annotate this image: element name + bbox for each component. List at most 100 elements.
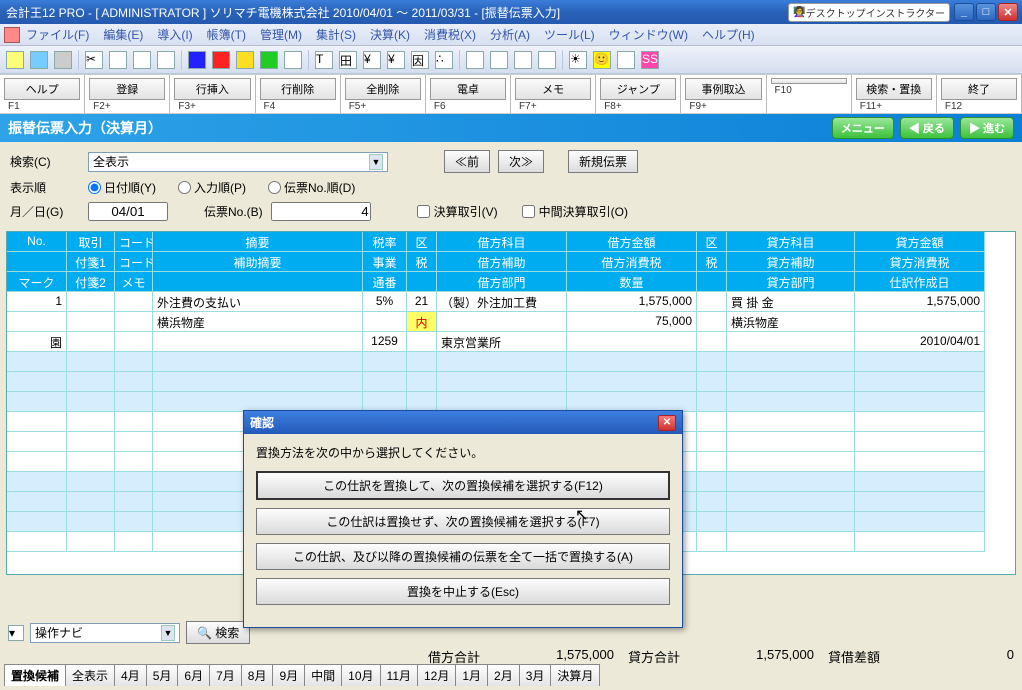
fkey-F4[interactable]: 行削除F4 bbox=[256, 75, 341, 113]
tool-icon[interactable] bbox=[157, 51, 175, 69]
slipno-input[interactable] bbox=[271, 202, 371, 221]
tool-icon[interactable] bbox=[514, 51, 532, 69]
menu-book[interactable]: 帳簿(T) bbox=[207, 26, 246, 43]
tool-icon[interactable] bbox=[54, 51, 72, 69]
menu-intro[interactable]: 導入(I) bbox=[157, 26, 192, 43]
replace-all-button[interactable]: この仕訳、及び以降の置換候補の伝票を全て一括で置換する(A) bbox=[256, 543, 670, 570]
footer-tab[interactable]: 中間 bbox=[304, 664, 342, 686]
dialog-close-button[interactable]: ✕ bbox=[658, 415, 676, 431]
footer-tab[interactable]: 2月 bbox=[487, 664, 520, 686]
fkey-F7+[interactable]: メモF7+ bbox=[511, 75, 596, 113]
tool-icon[interactable] bbox=[30, 51, 48, 69]
paste-icon[interactable] bbox=[133, 51, 151, 69]
menu-analyze[interactable]: 分析(A) bbox=[490, 26, 530, 43]
menu-file[interactable]: ファイル(F) bbox=[26, 26, 89, 43]
cancel-replace-button[interactable]: 置換を中止する(Esc) bbox=[256, 578, 670, 605]
menu-button[interactable]: メニュー bbox=[832, 117, 894, 139]
footer-tab[interactable]: 1月 bbox=[455, 664, 488, 686]
footer-tab[interactable]: 8月 bbox=[241, 664, 274, 686]
tool-icon[interactable]: T bbox=[315, 51, 333, 69]
order-slipno-radio[interactable]: 伝票No.順(D) bbox=[268, 179, 355, 196]
dropdown-icon[interactable]: ▾ bbox=[8, 625, 24, 641]
interim-check[interactable]: 中間決算取引(O) bbox=[522, 203, 628, 220]
menu-tool[interactable]: ツール(L) bbox=[544, 26, 595, 43]
footer-tab[interactable]: 5月 bbox=[146, 664, 179, 686]
navi-combo[interactable]: 操作ナビ▼ bbox=[30, 623, 180, 643]
order-date-radio[interactable]: 日付順(Y) bbox=[88, 179, 156, 196]
tool-icon[interactable] bbox=[6, 51, 24, 69]
settlement-check[interactable]: 決算取引(V) bbox=[417, 203, 498, 220]
menu-total[interactable]: 集計(S) bbox=[316, 26, 356, 43]
fkey-F12[interactable]: 終了F12 bbox=[937, 75, 1022, 113]
table-row[interactable]: 1外注費の支払い5%21（製）外注加工費1,575,000買 掛 金1,575,… bbox=[7, 292, 1015, 312]
footer-tab[interactable]: 6月 bbox=[177, 664, 210, 686]
footer-tab[interactable]: 置換候補 bbox=[4, 664, 66, 686]
fkey-hint: F10 bbox=[767, 85, 851, 96]
footer-tab[interactable]: 決算月 bbox=[550, 664, 600, 686]
fkey-F9+[interactable]: 事例取込F9+ bbox=[681, 75, 766, 113]
copy-icon[interactable] bbox=[109, 51, 127, 69]
tool-icon[interactable] bbox=[617, 51, 635, 69]
fkey-F6[interactable]: 電卓F6 bbox=[426, 75, 511, 113]
tool-icon[interactable]: SS bbox=[641, 51, 659, 69]
menu-manage[interactable]: 管理(M) bbox=[260, 26, 302, 43]
replace-next-button[interactable]: この仕訳を置換して、次の置換候補を選択する(F12) bbox=[256, 471, 670, 500]
search-combo[interactable]: 全表示 ▼ bbox=[88, 152, 388, 172]
fkey-F8+[interactable]: ジャンプF8+ bbox=[596, 75, 681, 113]
menu-tax[interactable]: 消費税(X) bbox=[424, 26, 476, 43]
table-row[interactable]: 園1259東京営業所2010/04/01 bbox=[7, 332, 1015, 352]
back-button[interactable]: ◀ 戻る bbox=[900, 117, 954, 139]
fkey-F5+[interactable]: 全削除F5+ bbox=[341, 75, 426, 113]
fkey-F3+[interactable]: 行挿入F3+ bbox=[170, 75, 255, 113]
monthday-input[interactable] bbox=[88, 202, 168, 221]
minimize-button[interactable]: _ bbox=[954, 3, 974, 21]
footer-tab[interactable]: 10月 bbox=[341, 664, 380, 686]
cut-icon[interactable]: ✂ bbox=[85, 51, 103, 69]
tag-icon[interactable] bbox=[260, 51, 278, 69]
next-button[interactable]: 次≫ bbox=[498, 150, 544, 173]
fkey-F2+[interactable]: 登録F2+ bbox=[85, 75, 170, 113]
tool-icon[interactable]: 因 bbox=[411, 51, 429, 69]
skip-next-button[interactable]: この仕訳は置換せず、次の置換候補を選択する(F7) bbox=[256, 508, 670, 535]
tool-icon[interactable]: 田 bbox=[339, 51, 357, 69]
tool-icon[interactable]: ¥ bbox=[363, 51, 381, 69]
tool-icon[interactable] bbox=[284, 51, 302, 69]
tag-icon[interactable] bbox=[212, 51, 230, 69]
table-row[interactable] bbox=[7, 352, 1015, 372]
menu-window[interactable]: ウィンドウ(W) bbox=[609, 26, 688, 43]
tool-icon[interactable] bbox=[466, 51, 484, 69]
menu-edit[interactable]: 編集(E) bbox=[103, 26, 143, 43]
footer-tab[interactable]: 12月 bbox=[417, 664, 456, 686]
table-row[interactable]: 横浜物産内75,000横浜物産 bbox=[7, 312, 1015, 332]
tool-icon[interactable]: ☀ bbox=[569, 51, 587, 69]
tool-icon[interactable]: ¥ bbox=[387, 51, 405, 69]
menu-settle[interactable]: 決算(K) bbox=[370, 26, 410, 43]
table-row[interactable] bbox=[7, 392, 1015, 412]
footer-tab[interactable]: 7月 bbox=[209, 664, 242, 686]
tool-icon[interactable]: ∴ bbox=[435, 51, 453, 69]
fkey-label: 行挿入 bbox=[174, 78, 250, 100]
footer-tab[interactable]: 4月 bbox=[114, 664, 147, 686]
tool-icon[interactable]: 🙂 bbox=[593, 51, 611, 69]
search-button[interactable]: 🔍 検索 bbox=[186, 621, 250, 644]
footer-tab[interactable]: 9月 bbox=[272, 664, 305, 686]
table-row[interactable] bbox=[7, 372, 1015, 392]
instructor-badge[interactable]: 👩‍🏫 デスクトップインストラクター bbox=[788, 3, 950, 22]
tag-icon[interactable] bbox=[188, 51, 206, 69]
menu-help[interactable]: ヘルプ(H) bbox=[702, 26, 755, 43]
fkey-F11+[interactable]: 検索・置換F11+ bbox=[852, 75, 937, 113]
tool-icon[interactable] bbox=[490, 51, 508, 69]
footer-tab[interactable]: 全表示 bbox=[65, 664, 115, 686]
maximize-button[interactable]: □ bbox=[976, 3, 996, 21]
fkey-F10[interactable]: F10 bbox=[767, 75, 852, 113]
footer-tab[interactable]: 3月 bbox=[519, 664, 552, 686]
footer-tab[interactable]: 11月 bbox=[380, 664, 418, 686]
order-input-radio[interactable]: 入力順(P) bbox=[178, 179, 246, 196]
fkey-F1[interactable]: ヘルプF1 bbox=[0, 75, 85, 113]
prev-button[interactable]: ≪前 bbox=[444, 150, 490, 173]
tag-icon[interactable] bbox=[236, 51, 254, 69]
new-slip-button[interactable]: 新規伝票 bbox=[568, 150, 638, 173]
close-button[interactable]: ✕ bbox=[998, 3, 1018, 21]
tool-icon[interactable] bbox=[538, 51, 556, 69]
forward-button[interactable]: ▶ 進む bbox=[960, 117, 1014, 139]
